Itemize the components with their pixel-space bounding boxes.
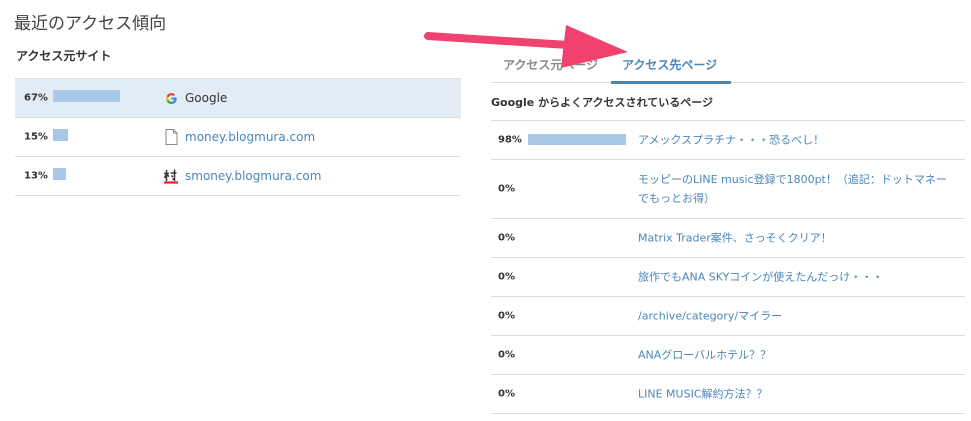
page-link[interactable]: Matrix Trader案件、さっそくクリア！	[638, 229, 832, 248]
page-link[interactable]: /archive/category/マイラー	[638, 307, 782, 326]
page-link[interactable]: アメックスプラチナ・・・恐るべし！	[638, 131, 824, 150]
source-row-google[interactable]: 67% Google	[15, 79, 461, 118]
source-percent: 13%	[24, 170, 48, 182]
page-share-bar	[528, 134, 626, 145]
source-site: Google	[163, 79, 227, 117]
page-percent: 0%	[498, 232, 515, 244]
page-percent: 0%	[498, 183, 515, 195]
blogmura-icon	[163, 168, 179, 184]
source-row-money-blogmura[interactable]: 15% money.blogmura.com	[15, 118, 461, 157]
source-share-bar	[53, 90, 120, 102]
page-title: 最近のアクセス傾向	[14, 14, 167, 34]
source-site: smoney.blogmura.com	[163, 157, 321, 195]
pages-table: 98% アメックスプラチナ・・・恐るべし！ 0% モッピーのLINE music…	[491, 120, 965, 414]
sources-heading: アクセス元サイト	[16, 49, 112, 63]
source-share-bar	[53, 168, 66, 180]
pages-heading: Google からよくアクセスされているページ	[491, 96, 713, 109]
page-link[interactable]: モッピーのLINE music登録で1800pt！（追記：ドットマネーでもっとお…	[638, 170, 956, 208]
page-link[interactable]: 旅作でもANA SKYコインが使えたんだっけ・・・	[638, 268, 883, 287]
page-percent: 0%	[498, 349, 515, 361]
page-row: 98% アメックスプラチナ・・・恐るべし！	[491, 121, 965, 160]
source-site-label: Google	[185, 91, 228, 105]
tabs-bar: アクセス元ページ アクセス先ページ	[491, 46, 965, 84]
google-icon	[163, 90, 179, 106]
active-tab-indicator	[611, 81, 731, 84]
page-row: 0% Matrix Trader案件、さっそくクリア！	[491, 219, 965, 258]
source-percent: 15%	[24, 131, 48, 143]
page-row: 0% /archive/category/マイラー	[491, 297, 965, 336]
page-percent: 98%	[498, 134, 522, 146]
sources-table: 67% Google 15% money.blogmura.com 13% sm…	[15, 78, 461, 196]
page-row: 0% LINE MUSIC解約方法？？	[491, 375, 965, 414]
page-percent: 0%	[498, 310, 515, 322]
tab-destination-pages[interactable]: アクセス先ページ	[622, 56, 717, 73]
page-percent: 0%	[498, 388, 515, 400]
tab-source-pages[interactable]: アクセス元ページ	[503, 56, 598, 73]
source-site-link[interactable]: smoney.blogmura.com	[185, 169, 321, 183]
page-link[interactable]: ANAグローバルホテル？？	[638, 346, 771, 365]
source-site-link[interactable]: money.blogmura.com	[185, 130, 315, 144]
page-icon	[163, 129, 179, 145]
page-link[interactable]: LINE MUSIC解約方法？？	[638, 385, 768, 404]
page-percent: 0%	[498, 271, 515, 283]
source-share-bar	[53, 129, 68, 141]
page-row: 0% モッピーのLINE music登録で1800pt！（追記：ドットマネーでも…	[491, 160, 965, 219]
page-row: 0% ANAグローバルホテル？？	[491, 336, 965, 375]
page-row: 0% 旅作でもANA SKYコインが使えたんだっけ・・・	[491, 258, 965, 297]
source-site: money.blogmura.com	[163, 118, 315, 156]
source-percent: 67%	[24, 92, 48, 104]
source-row-smoney-blogmura[interactable]: 13% smoney.blogmura.com	[15, 157, 461, 196]
